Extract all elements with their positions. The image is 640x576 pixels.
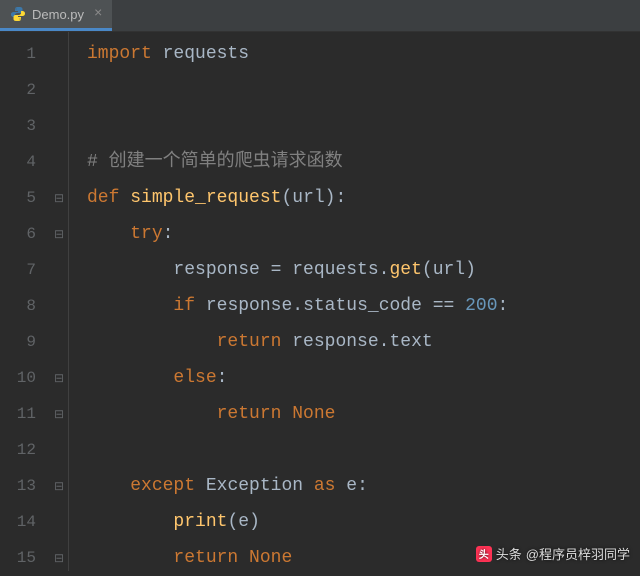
fold-marker: [50, 144, 68, 180]
line-number: 2: [0, 72, 36, 108]
line-number: 9: [0, 324, 36, 360]
code-line: print(e): [87, 504, 640, 540]
fold-marker: [50, 252, 68, 288]
code-editor[interactable]: 1 2 3 4 5 6 7 8 9 10 11 12 13 14 15 ⊟ ⊟ …: [0, 32, 640, 571]
toutiao-icon: 头: [476, 546, 492, 562]
fold-marker: [50, 288, 68, 324]
fold-toggle-icon[interactable]: ⊟: [50, 396, 68, 432]
python-file-icon: [10, 6, 26, 22]
line-number: 10: [0, 360, 36, 396]
fold-marker: [50, 432, 68, 468]
watermark-handle: @程序员梓羽同学: [526, 544, 630, 563]
line-number-gutter: 1 2 3 4 5 6 7 8 9 10 11 12 13 14 15: [0, 32, 50, 571]
file-tab[interactable]: Demo.py ×: [0, 0, 112, 31]
line-number: 7: [0, 252, 36, 288]
line-number: 1: [0, 36, 36, 72]
line-number: 5: [0, 180, 36, 216]
code-line: # 创建一个简单的爬虫请求函数: [87, 144, 640, 180]
watermark-prefix: 头条: [496, 544, 522, 563]
fold-marker: [50, 324, 68, 360]
code-line: [87, 108, 640, 144]
fold-toggle-icon[interactable]: ⊟: [50, 216, 68, 252]
code-line: [87, 72, 640, 108]
fold-marker: [50, 108, 68, 144]
fold-marker: [50, 72, 68, 108]
tab-bar: Demo.py ×: [0, 0, 640, 32]
fold-toggle-icon[interactable]: ⊟: [50, 180, 68, 216]
line-number: 13: [0, 468, 36, 504]
code-area[interactable]: import requests # 创建一个简单的爬虫请求函数 def simp…: [68, 32, 640, 571]
fold-toggle-icon[interactable]: ⊟: [50, 468, 68, 504]
line-number: 3: [0, 108, 36, 144]
line-number: 11: [0, 396, 36, 432]
line-number: 4: [0, 144, 36, 180]
code-line: [87, 432, 640, 468]
code-line: import requests: [87, 36, 640, 72]
code-line: return response.text: [87, 324, 640, 360]
line-number: 6: [0, 216, 36, 252]
tab-filename: Demo.py: [32, 7, 84, 22]
code-line: try:: [87, 216, 640, 252]
code-line: return None: [87, 396, 640, 432]
watermark: 头 头条 @程序员梓羽同学: [476, 544, 630, 563]
fold-gutter: ⊟ ⊟ ⊟ ⊟ ⊟ ⊟: [50, 32, 68, 571]
line-number: 8: [0, 288, 36, 324]
line-number: 12: [0, 432, 36, 468]
line-number: 14: [0, 504, 36, 540]
fold-marker: [50, 36, 68, 72]
fold-marker: [50, 504, 68, 540]
code-line: except Exception as e:: [87, 468, 640, 504]
code-line: if response.status_code == 200:: [87, 288, 640, 324]
code-line: def simple_request(url):: [87, 180, 640, 216]
fold-toggle-icon[interactable]: ⊟: [50, 360, 68, 396]
code-line: response = requests.get(url): [87, 252, 640, 288]
code-line: else:: [87, 360, 640, 396]
close-icon[interactable]: ×: [94, 6, 102, 22]
